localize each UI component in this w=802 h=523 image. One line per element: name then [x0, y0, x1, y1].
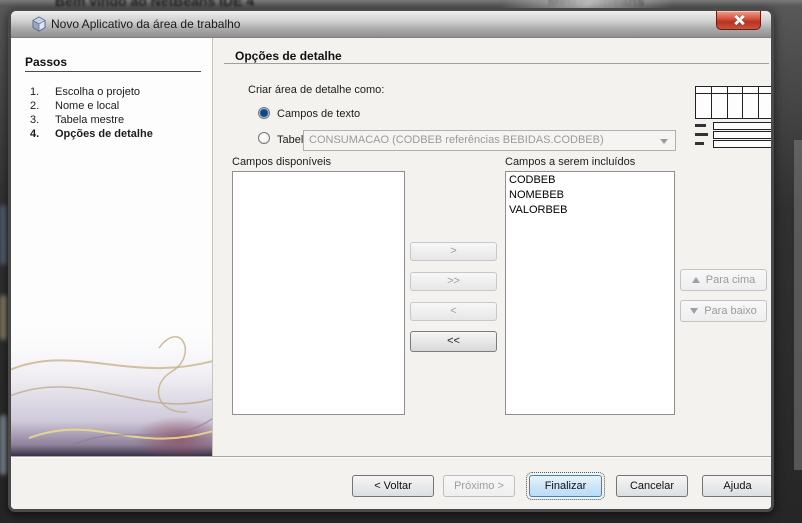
move-up-button[interactable]: Para cima — [680, 269, 767, 291]
radio-tabela[interactable] — [258, 132, 270, 144]
wizard-button-bar: < Voltar Próximo > Finalizar Cancelar Aj… — [11, 456, 771, 509]
background-scrollbar — [794, 140, 802, 470]
down-arrow-icon — [690, 308, 699, 314]
background-fragment — [0, 295, 7, 340]
panel-title-divider — [224, 63, 769, 64]
radio-campos-de-texto-label[interactable]: Campos de texto — [277, 108, 360, 120]
netbeans-cube-icon — [32, 16, 46, 32]
steps-divider — [25, 71, 201, 72]
available-fields-label: Campos disponíveis — [232, 156, 332, 168]
remove-all-fields-button[interactable]: << — [410, 331, 497, 352]
detail-options-panel: Opções de detalhe Criar área de detalhe … — [213, 38, 771, 456]
radio-campos-de-texto[interactable] — [258, 107, 270, 119]
background-fragment — [0, 205, 7, 265]
up-arrow-icon — [691, 277, 700, 283]
background-fragment — [0, 415, 7, 475]
move-down-label: Para baixo — [704, 305, 757, 317]
chevron-down-icon — [660, 139, 668, 144]
desktop-background: Bem vindo ao NetBeans IDE 4 Meu NetBeans… — [0, 0, 802, 523]
window-title: Novo Aplicativo da área de trabalho — [51, 17, 241, 31]
table-select-value: CONSUMACAO (CODBEB referências BEBIDAS.C… — [309, 134, 604, 146]
table-select-dropdown[interactable]: CONSUMACAO (CODBEB referências BEBIDAS.C… — [303, 130, 676, 151]
back-button[interactable]: < Voltar — [352, 475, 434, 497]
titlebar[interactable]: Novo Aplicativo da área de trabalho — [11, 11, 771, 38]
panel-title: Opções de detalhe — [235, 49, 342, 63]
steps-heading: Passos — [25, 55, 68, 69]
available-fields-list[interactable] — [232, 171, 405, 415]
list-item[interactable]: VALORBEB — [509, 203, 674, 218]
step-item-2: 2. Nome e local — [30, 100, 120, 112]
finish-button[interactable]: Finalizar — [526, 472, 605, 500]
close-icon — [734, 15, 744, 25]
new-desktop-app-wizard-dialog: Novo Aplicativo da área de trabalho Pass… — [8, 8, 774, 512]
decorative-swirl-graphic — [11, 316, 212, 456]
master-detail-preview-graphic — [695, 86, 771, 148]
remove-field-button[interactable]: < — [410, 302, 497, 321]
list-item[interactable]: CODBEB — [509, 173, 674, 188]
dialog-client-area: Passos 1. Escolha o projeto 2. Nome e lo… — [11, 38, 771, 509]
add-all-fields-button[interactable]: >> — [410, 272, 497, 291]
steps-sidebar: Passos 1. Escolha o projeto 2. Nome e lo… — [11, 38, 213, 456]
create-detail-as-label: Criar área de detalhe como: — [248, 84, 385, 96]
step-item-3: 3. Tabela mestre — [30, 114, 125, 126]
included-fields-label: Campos a serem incluídos — [505, 156, 636, 168]
step-item-4-active: 4. Opções de detalhe — [30, 128, 153, 140]
help-button[interactable]: Ajuda — [702, 475, 771, 497]
next-button[interactable]: Próximo > — [443, 475, 515, 497]
close-button[interactable] — [716, 11, 761, 30]
cancel-button[interactable]: Cancelar — [616, 475, 688, 497]
move-up-label: Para cima — [705, 274, 756, 286]
list-item[interactable]: NOMEBEB — [509, 188, 674, 203]
step-item-1: 1. Escolha o projeto — [30, 86, 140, 98]
add-field-button[interactable]: > — [410, 242, 497, 261]
move-down-button[interactable]: Para baixo — [680, 300, 767, 322]
included-fields-list[interactable]: CODBEB NOMEBEB VALORBEB — [505, 171, 675, 415]
